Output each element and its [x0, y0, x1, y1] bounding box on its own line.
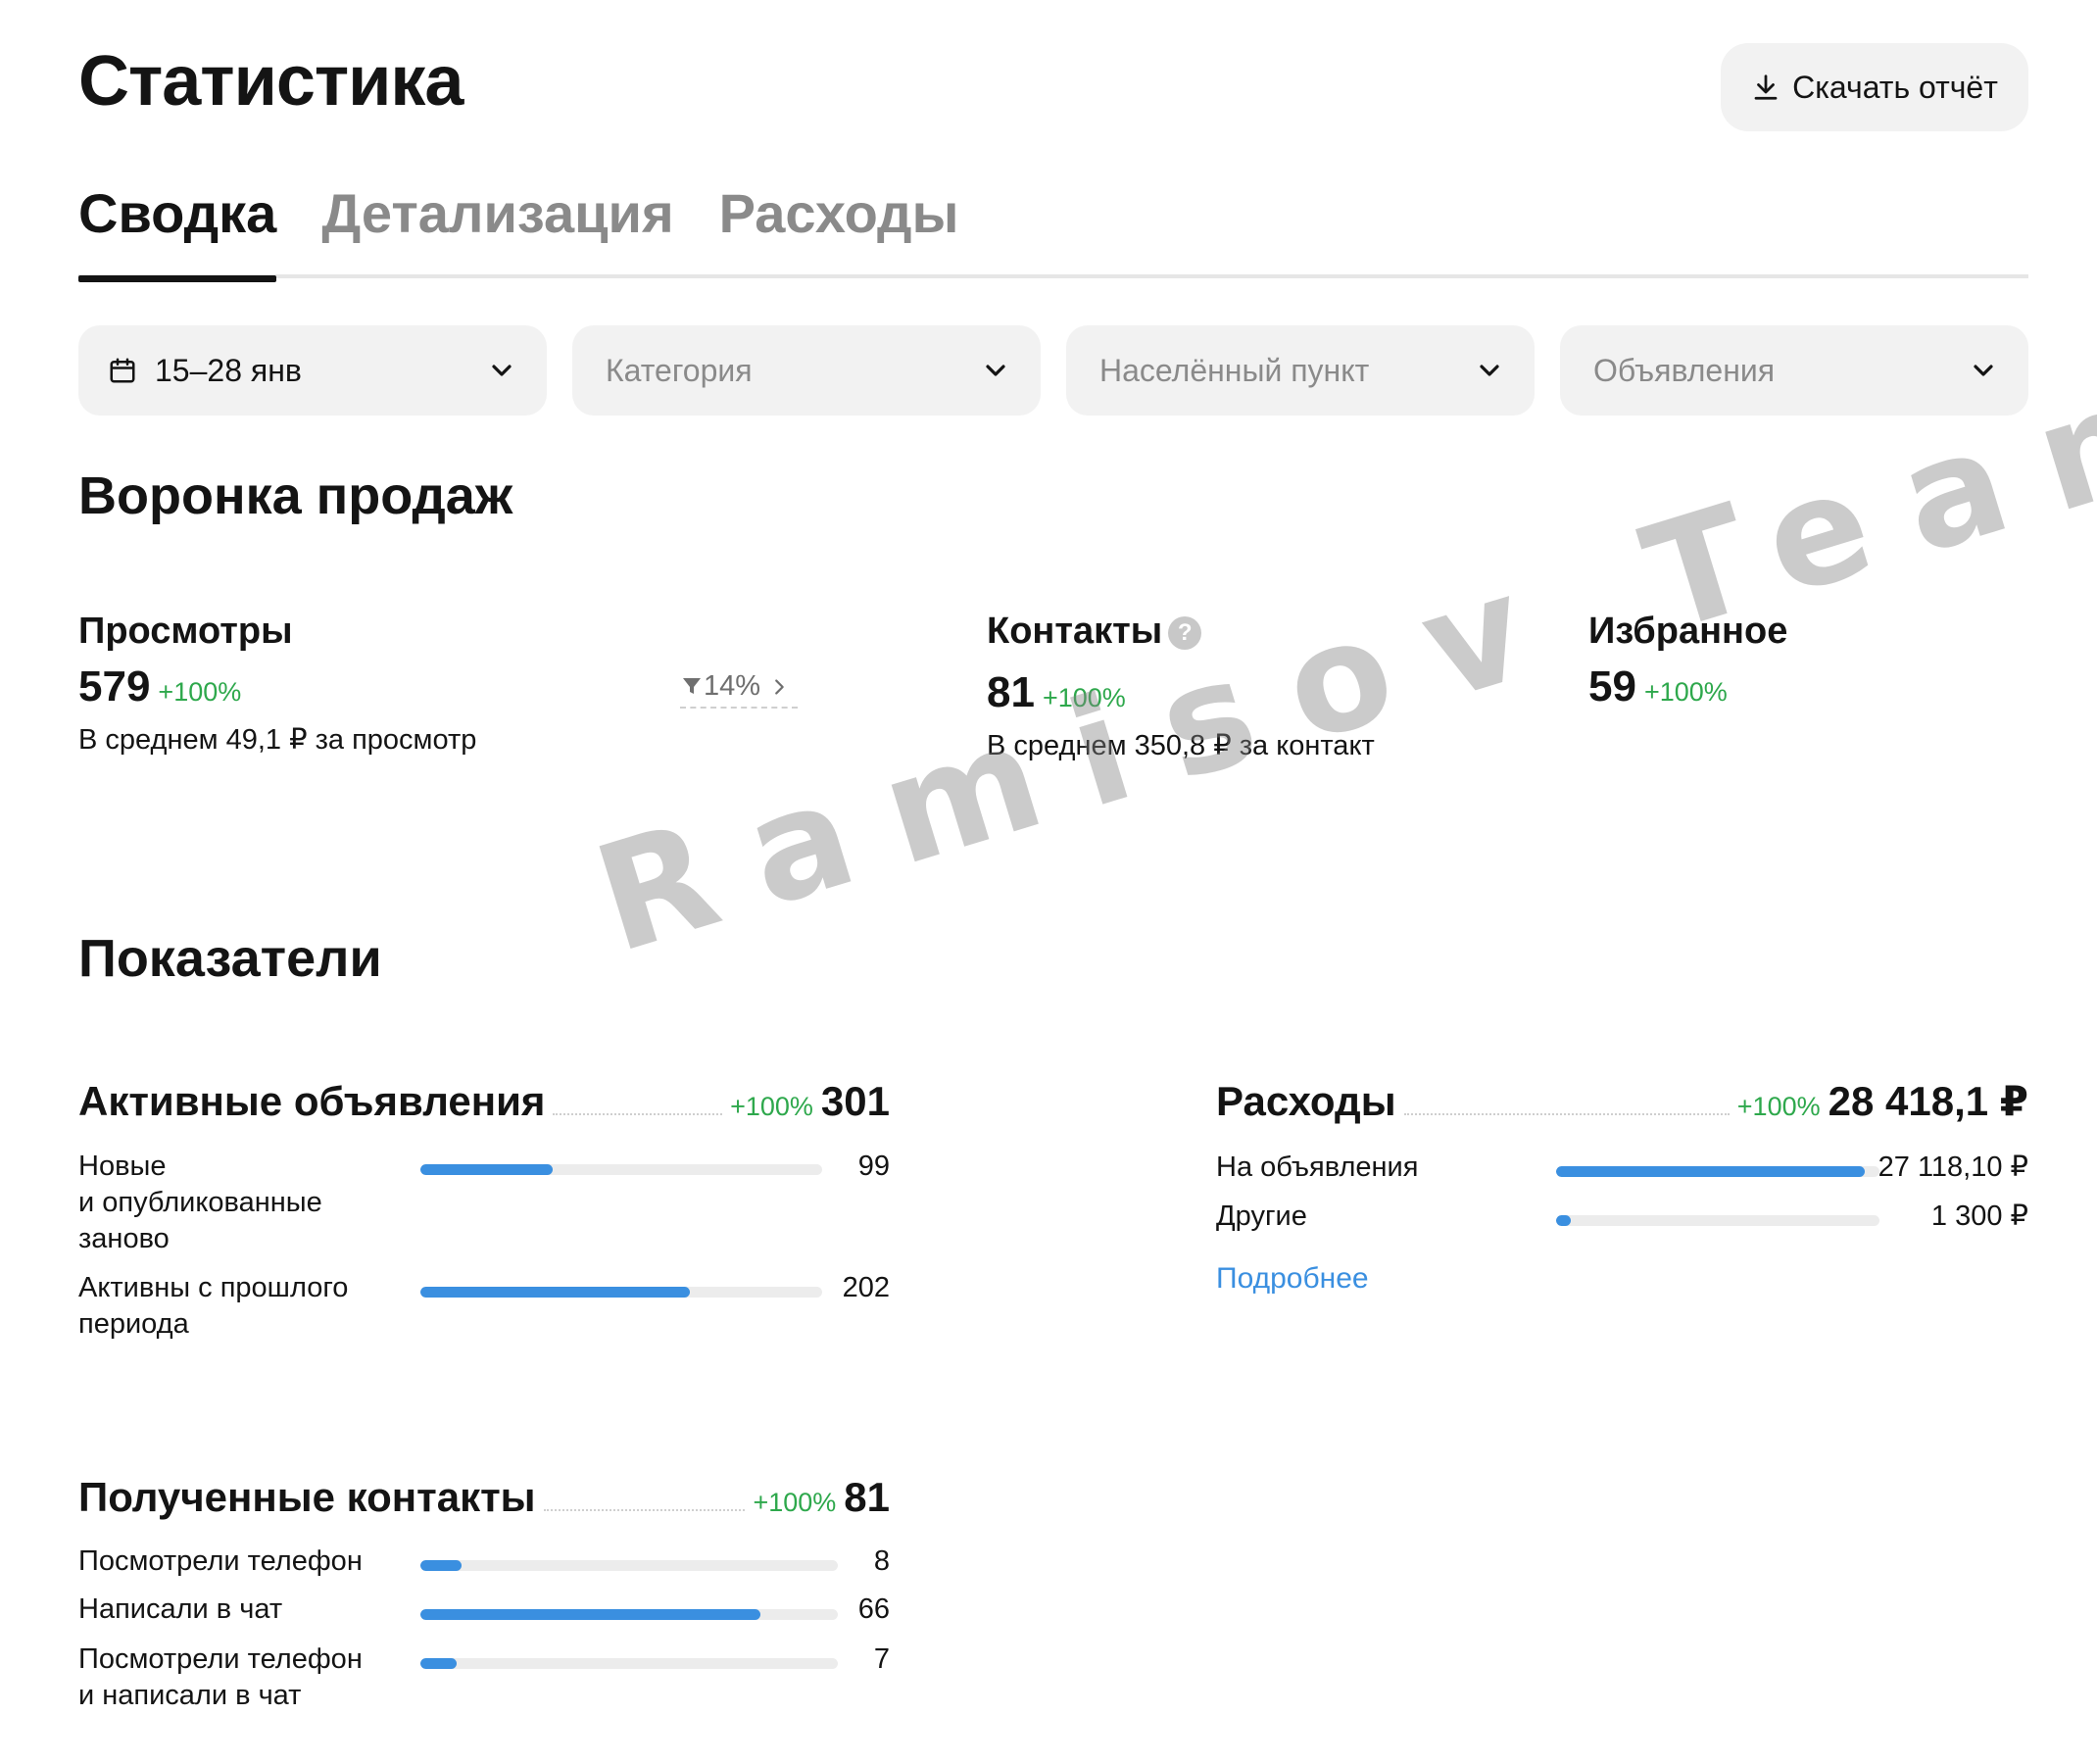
active-ads-bar-track [420, 1287, 822, 1298]
active-ads-bar-fill [420, 1287, 690, 1298]
expenses-title: Расходы [1216, 1078, 1396, 1124]
contacts-bar-fill [420, 1609, 761, 1620]
conversion-link[interactable]: 14% [680, 670, 798, 709]
views-change: +100% [158, 677, 242, 707]
city-placeholder: Населённый пункт [1099, 352, 1370, 388]
contacts-row-label: Посмотрели телефон и написали в чат [78, 1643, 363, 1711]
views-title: Просмотры [78, 611, 293, 652]
watermark: Ramisov Team [578, 325, 2097, 987]
contacts-block-total: 81 [844, 1474, 890, 1520]
expenses-bar-fill [1556, 1166, 1865, 1177]
ads-placeholder: Объявления [1593, 352, 1776, 388]
expenses-bar-track [1556, 1166, 1879, 1177]
contacts-row-value: 8 [873, 1545, 890, 1577]
contacts-average: В среднем 350,8 ₽ за контакт [987, 730, 1375, 761]
views-value-line: 579 +100% [78, 661, 241, 718]
active-ads-row-label: Активны с прошлого периода [78, 1272, 349, 1340]
download-icon [1754, 74, 1778, 100]
active-ads-change: +100% [730, 1092, 813, 1121]
expenses-row-value: 27 118,10 ₽ [1878, 1152, 2028, 1183]
contacts-row-value: 7 [873, 1643, 890, 1675]
active-ads-total: 301 [820, 1078, 890, 1124]
leader-dots [543, 1509, 746, 1511]
chevron-right-icon [775, 679, 784, 695]
expenses-row-value: 1 300 ₽ [1930, 1200, 2028, 1232]
expenses-change: +100% [1736, 1092, 1821, 1121]
expenses-total: 28 418,1 ₽ [1828, 1078, 2028, 1124]
active-ads-header: Активные объявления +100% 301 [78, 1070, 890, 1129]
contacts-bar-fill [420, 1658, 457, 1669]
contacts-bar-track [420, 1560, 838, 1571]
active-ads-title: Активные объявления [78, 1078, 546, 1124]
chevron-down-icon [986, 365, 1005, 376]
category-placeholder: Категория [606, 352, 753, 388]
leader-dots [1403, 1113, 1730, 1115]
contacts-title-line: Контакты? [987, 608, 1202, 655]
expenses-row-label: На объявления [1216, 1152, 1419, 1183]
download-report-label: Скачать отчёт [1792, 69, 1998, 105]
tab-summary[interactable]: Сводка [78, 176, 277, 282]
calendar-icon [110, 358, 135, 383]
chevron-down-icon [1480, 365, 1499, 376]
active-ads-bar-fill [420, 1164, 554, 1175]
expenses-row-label: Другие [1216, 1200, 1307, 1232]
tab-bar: Сводка Детализация Расходы [78, 176, 2028, 282]
page-title: Статистика [78, 42, 463, 121]
views-average: В среднем 49,1 ₽ за просмотр [78, 724, 477, 756]
contacts-title: Контакты [987, 611, 1163, 652]
contacts-row-label: Написали в чат [78, 1593, 283, 1625]
filter-bar: 15–28 янв Категория Населённый пункт Объ… [78, 325, 2028, 416]
leader-dots [553, 1113, 723, 1115]
ads-select[interactable]: Объявления [1560, 325, 2028, 416]
contacts-bar-fill [420, 1560, 463, 1571]
expenses-header: Расходы +100% 28 418,1 ₽ [1216, 1070, 2028, 1129]
views-value: 579 [78, 662, 151, 710]
expenses-bar-track [1556, 1215, 1879, 1226]
favorites-title: Избранное [1588, 611, 1788, 652]
conversion-value: 14% [704, 670, 761, 702]
tab-details[interactable]: Детализация [321, 176, 673, 278]
contacts-bar-track [420, 1658, 838, 1669]
contacts-value: 81 [987, 668, 1035, 716]
download-report-button[interactable]: Скачать отчёт [1721, 43, 2028, 131]
tab-expenses[interactable]: Расходы [719, 176, 959, 278]
contacts-block-title: Полученные контакты [78, 1474, 536, 1520]
indicators-section-title: Показатели [78, 929, 382, 988]
contacts-bar-track [420, 1609, 838, 1620]
active-ads-bar-track [420, 1164, 822, 1175]
active-ads-row-label: Новые и опубликованные заново [78, 1151, 322, 1254]
city-select[interactable]: Населённый пункт [1066, 325, 1535, 416]
chevron-down-icon [492, 365, 512, 376]
contacts-block-change: +100% [753, 1488, 837, 1517]
contacts-value-line: 81 +100% [987, 666, 1126, 724]
funnel-section-title: Воронка продаж [78, 466, 513, 525]
contacts-row-value: 66 [857, 1593, 890, 1625]
expenses-more-link[interactable]: Подробнее [1216, 1260, 1369, 1298]
contacts-change: +100% [1042, 683, 1126, 712]
funnel-icon [683, 678, 701, 694]
date-range-value: 15–28 янв [155, 352, 302, 388]
favorites-value-line: 59 +100% [1588, 661, 1728, 718]
category-select[interactable]: Категория [572, 325, 1041, 416]
expenses-bar-fill [1556, 1215, 1572, 1226]
active-ads-row-value: 202 [842, 1272, 890, 1303]
chevron-down-icon [1974, 365, 1993, 376]
date-range-select[interactable]: 15–28 янв [78, 325, 547, 416]
help-icon[interactable]: ? [1168, 615, 1202, 650]
contacts-block-header: Полученные контакты +100% 81 [78, 1466, 890, 1525]
active-ads-row-value: 99 [857, 1151, 890, 1182]
favorites-change: +100% [1643, 677, 1728, 707]
favorites-value: 59 [1588, 662, 1636, 710]
contacts-row-label: Посмотрели телефон [78, 1545, 363, 1577]
